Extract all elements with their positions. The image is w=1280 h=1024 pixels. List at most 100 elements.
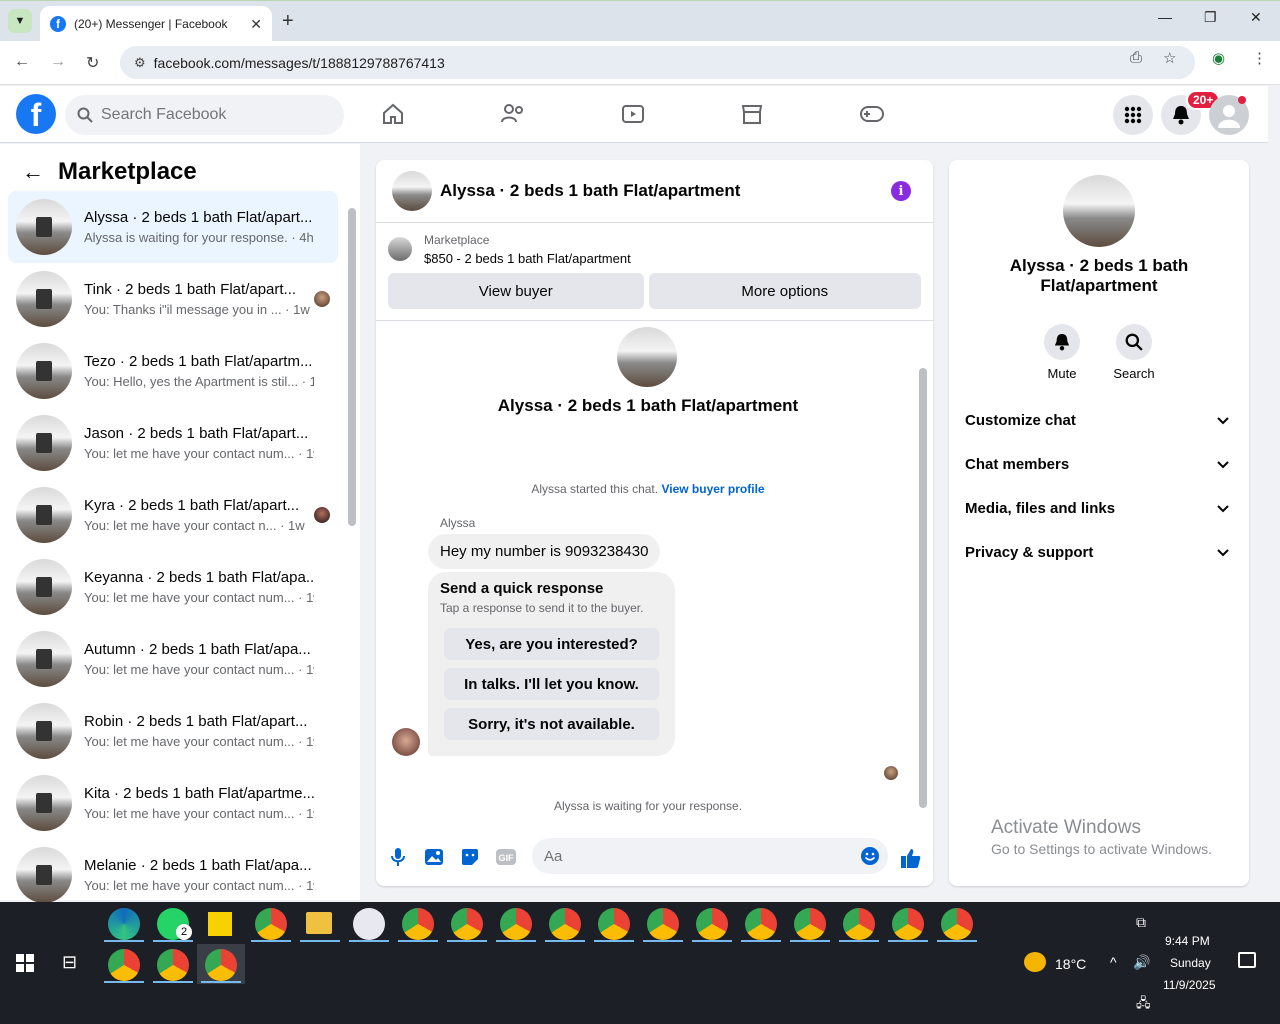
- view-buyer-profile-link[interactable]: View buyer profile: [661, 482, 764, 496]
- chrome-profile-icon[interactable]: [451, 908, 483, 940]
- message-input-box[interactable]: [532, 838, 888, 874]
- customize-chat-section[interactable]: Customize chat: [957, 400, 1241, 440]
- search-label: Search: [1113, 366, 1155, 381]
- microphone-icon[interactable]: [387, 846, 409, 868]
- conversation-item[interactable]: Keyanna · 2 beds 1 bath Flat/apa... You: …: [8, 551, 338, 623]
- conversation-item[interactable]: Tink · 2 beds 1 bath Flat/apart... You: T…: [8, 263, 338, 335]
- quick-reply-button[interactable]: In talks. I'll let you know.: [444, 668, 659, 700]
- video-icon[interactable]: [619, 100, 647, 128]
- search-input[interactable]: [101, 106, 301, 124]
- message-area: Alyssa · 2 beds 1 bath Flat/apartment Al…: [376, 322, 933, 826]
- edge-icon[interactable]: [108, 908, 140, 940]
- chat-members-section[interactable]: Chat members: [957, 444, 1241, 484]
- chrome-profile-icon[interactable]: [794, 908, 826, 940]
- emoji-icon[interactable]: [860, 846, 880, 871]
- facebook-search-box[interactable]: [65, 95, 344, 135]
- sticker-icon[interactable]: [459, 846, 481, 868]
- quick-reply-button[interactable]: Yes, are you interested?: [444, 628, 659, 660]
- home-icon[interactable]: [379, 100, 407, 128]
- chrome-profile-icon[interactable]: [745, 908, 777, 940]
- site-info-icon[interactable]: ⚙: [134, 55, 146, 71]
- new-tab-button[interactable]: +: [282, 10, 294, 33]
- view-buyer-button[interactable]: View buyer: [388, 273, 644, 309]
- chat-scrollbar[interactable]: [919, 368, 927, 808]
- conversation-preview: Alyssa is waiting for your response. · 4…: [84, 230, 314, 245]
- conversation-item[interactable]: Tezo · 2 beds 1 bath Flat/apartm... You: …: [8, 335, 338, 407]
- weather-temp[interactable]: 18°C: [1055, 956, 1086, 972]
- chevron-down-icon: [1217, 500, 1229, 517]
- info-icon[interactable]: i: [891, 181, 911, 201]
- privacy-support-section[interactable]: Privacy & support: [957, 532, 1241, 572]
- search-action[interactable]: Search: [1104, 324, 1164, 381]
- omnibox[interactable]: ⚙ facebook.com/messages/t/18881297887674…: [120, 46, 1195, 79]
- meet-now-icon[interactable]: ⧉: [1136, 914, 1146, 931]
- chrome-profile-icon[interactable]: [892, 908, 924, 940]
- tray-overflow-chevron-icon[interactable]: ^: [1110, 954, 1117, 970]
- details-avatar: [1063, 175, 1135, 247]
- conversation-item[interactable]: Kita · 2 beds 1 bath Flat/apartme... You:…: [8, 767, 338, 839]
- install-app-icon[interactable]: ⎙: [1130, 49, 1142, 66]
- sticky-notes-icon[interactable]: [208, 912, 232, 936]
- thumbs-up-icon[interactable]: [899, 846, 923, 870]
- chrome-profile-icon[interactable]: [500, 908, 532, 940]
- chrome-profile-icon[interactable]: [598, 908, 630, 940]
- media-files-links-section[interactable]: Media, files and links: [957, 488, 1241, 528]
- tab-search-button[interactable]: ▼: [8, 9, 32, 33]
- friends-icon[interactable]: [499, 100, 527, 128]
- back-button[interactable]: ←: [14, 53, 30, 71]
- back-arrow-icon[interactable]: ←: [22, 159, 44, 185]
- forward-button[interactable]: →: [50, 53, 66, 71]
- photo-icon[interactable]: [423, 846, 445, 868]
- chrome-profile-icon[interactable]: [108, 949, 140, 981]
- clock-time[interactable]: 9:44 PM: [1165, 934, 1210, 948]
- reload-button[interactable]: ↻: [86, 53, 99, 73]
- gaming-icon[interactable]: [858, 100, 886, 128]
- conversation-item[interactable]: Melanie · 2 beds 1 bath Flat/apa... You: …: [8, 839, 338, 911]
- windows-start-icon[interactable]: [16, 954, 34, 977]
- clock-day[interactable]: Sunday: [1170, 956, 1211, 970]
- bookmark-star-icon[interactable]: ☆: [1163, 49, 1176, 67]
- browser-menu-icon[interactable]: ⋮: [1252, 49, 1267, 67]
- chrome-icon[interactable]: [255, 908, 287, 940]
- conversation-item[interactable]: Robin · 2 beds 1 bath Flat/apart... You: …: [8, 695, 338, 767]
- chrome-profile-icon[interactable]: [843, 908, 875, 940]
- restore-button[interactable]: ❐: [1204, 9, 1217, 26]
- chrome-profile-icon[interactable]: [157, 949, 189, 981]
- conversation-item[interactable]: Autumn · 2 beds 1 bath Flat/apa... You: l…: [8, 623, 338, 695]
- minimize-button[interactable]: —: [1158, 9, 1172, 25]
- conversation-item[interactable]: Jason · 2 beds 1 bath Flat/apart... You: …: [8, 407, 338, 479]
- volume-icon[interactable]: 🔊: [1133, 954, 1150, 971]
- more-options-button[interactable]: More options: [648, 273, 921, 309]
- conversation-item[interactable]: Alyssa · 2 beds 1 bath Flat/apart... Alys…: [8, 191, 338, 263]
- task-view-icon[interactable]: ⊟: [62, 952, 77, 973]
- quick-reply-button[interactable]: Sorry, it's not available.: [444, 708, 659, 740]
- browser-tab[interactable]: f (20+) Messenger | Facebook ✕: [40, 6, 272, 42]
- profile-icon[interactable]: ◉: [1212, 49, 1225, 67]
- chrome-profile-icon[interactable]: [696, 908, 728, 940]
- file-explorer-icon[interactable]: [306, 912, 332, 934]
- chrome-profile-icon[interactable]: [549, 908, 581, 940]
- weather-icon[interactable]: [1024, 952, 1046, 972]
- snipping-tool-icon[interactable]: [353, 908, 385, 940]
- page-scrollbar[interactable]: [1268, 86, 1280, 900]
- network-icon[interactable]: 🖧: [1136, 994, 1151, 1016]
- chrome-profile-icon[interactable]: [402, 908, 434, 940]
- clock-date[interactable]: 11/9/2025: [1163, 978, 1216, 992]
- message-input[interactable]: [544, 847, 844, 865]
- conversation-preview: You: let me have your contact num... · 1…: [84, 806, 314, 821]
- tab-close-icon[interactable]: ✕: [250, 16, 262, 33]
- menu-grid-icon[interactable]: [1113, 95, 1153, 135]
- facebook-logo[interactable]: f: [16, 94, 56, 134]
- chrome-active-icon[interactable]: [205, 949, 237, 981]
- marketplace-icon[interactable]: [738, 100, 766, 128]
- close-window-button[interactable]: ✕: [1250, 9, 1262, 26]
- chat-avatar[interactable]: [392, 171, 432, 211]
- sidebar-scrollbar[interactable]: [348, 208, 356, 526]
- notification-center-icon[interactable]: [1238, 952, 1256, 968]
- mute-action[interactable]: Mute: [1032, 324, 1092, 381]
- conversation-name: Robin · 2 beds 1 bath Flat/apart...: [84, 713, 308, 730]
- chrome-profile-icon[interactable]: [941, 908, 973, 940]
- gif-icon[interactable]: GIF: [495, 846, 517, 868]
- conversation-item[interactable]: Kyra · 2 beds 1 bath Flat/apart... You: l…: [8, 479, 338, 551]
- chrome-profile-icon[interactable]: [647, 908, 679, 940]
